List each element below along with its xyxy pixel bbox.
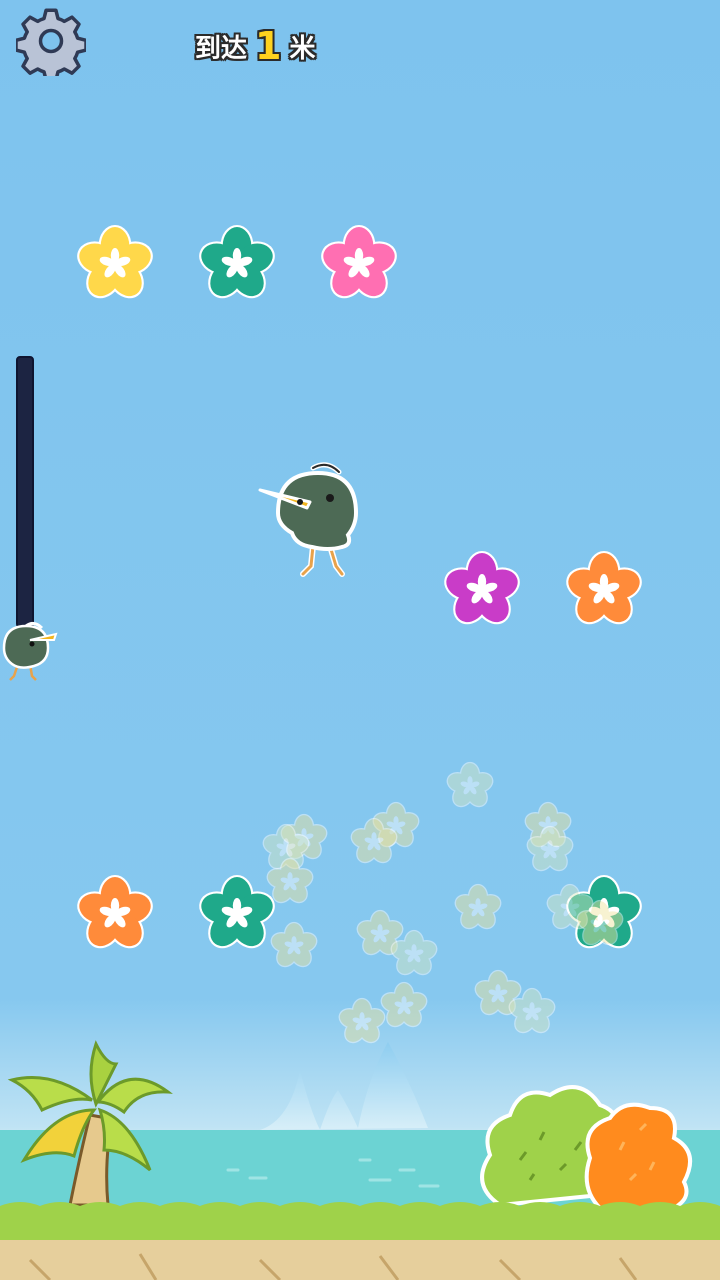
collected-flower-sparkle	[446, 761, 494, 808]
flower-orange	[566, 550, 642, 625]
flower-pink	[321, 224, 397, 299]
distance-prefix: 到达	[195, 33, 248, 64]
gear-icon[interactable]	[16, 6, 86, 76]
distance-value: 1	[255, 24, 282, 68]
flower-purple	[444, 550, 520, 625]
kiwi-bird-player	[258, 462, 359, 577]
collected-flower-sparkle	[454, 883, 502, 930]
collected-flower-sparkle	[350, 817, 398, 864]
flower-yellow	[77, 224, 153, 299]
distance-label: 到达 1 米	[195, 24, 315, 68]
flower-teal	[199, 224, 275, 299]
collected-flower-sparkle	[526, 825, 574, 872]
distance-unit: 米	[289, 33, 316, 64]
collected-flower-sparkle	[390, 929, 438, 976]
altitude-marker-kiwi-icon	[2, 621, 58, 681]
game-screen[interactable]: 到达 1 米	[0, 0, 720, 1280]
collected-flower-sparkle	[270, 921, 318, 968]
altitude-meter	[16, 356, 34, 628]
collected-flower-sparkle	[266, 857, 314, 904]
collected-flower-sparkle	[576, 899, 624, 946]
beach-scenery	[0, 1040, 720, 1280]
flower-orange	[77, 874, 153, 949]
